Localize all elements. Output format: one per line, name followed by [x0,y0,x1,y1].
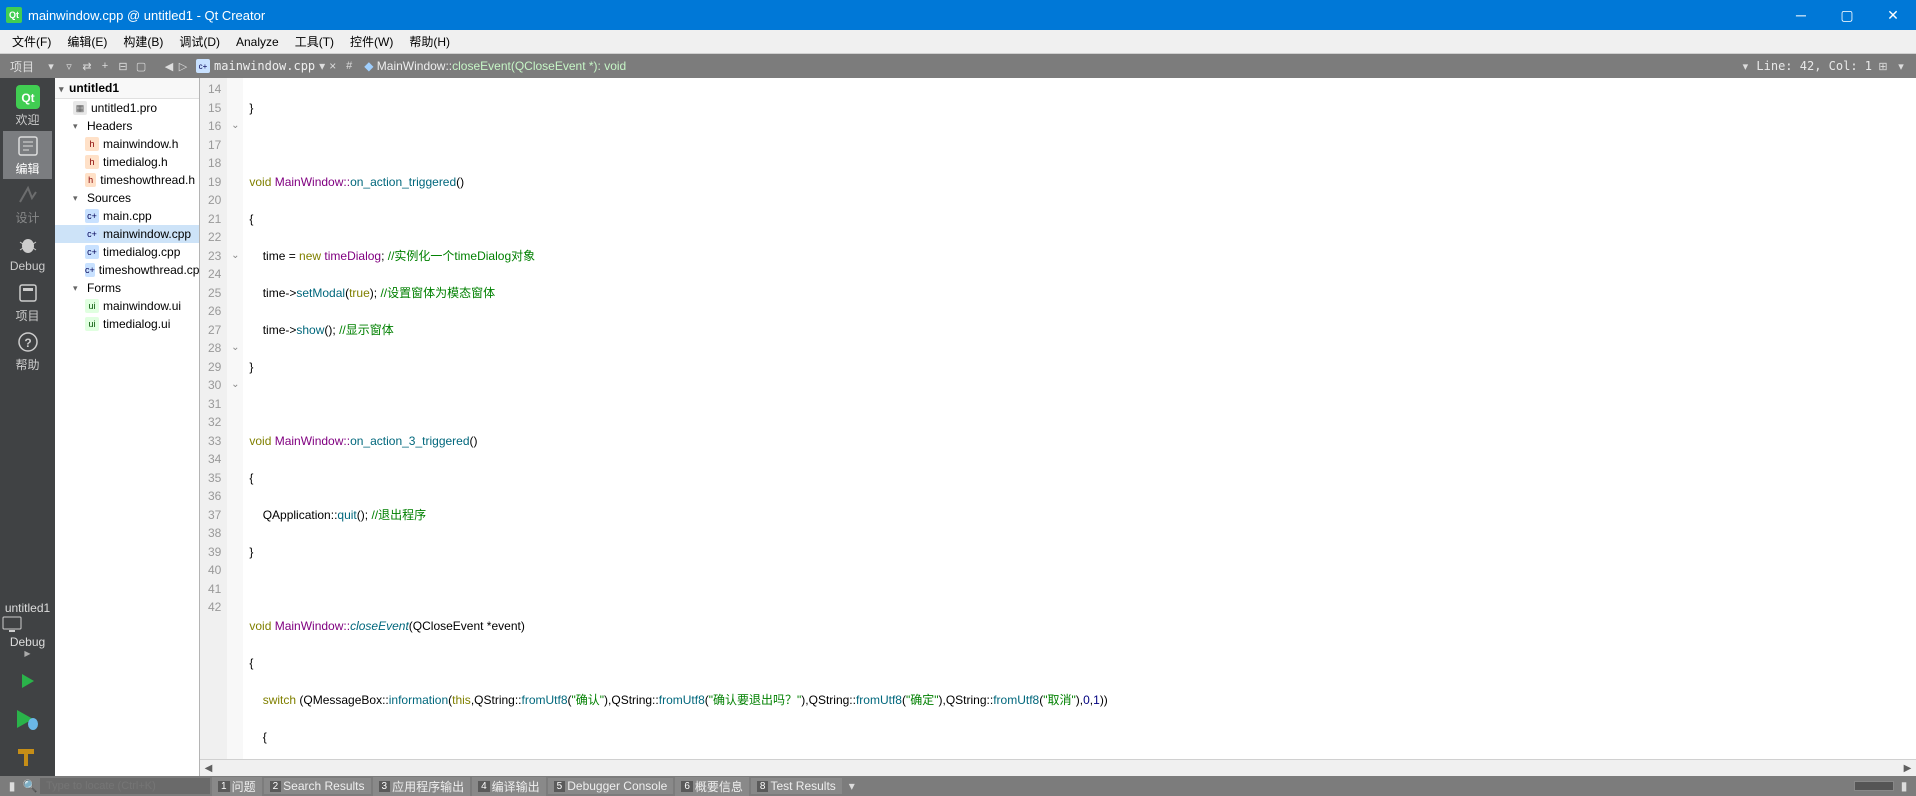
maximize-button[interactable]: ▢ [1824,0,1870,30]
tree-file[interactable]: htimeshowthread.h [55,171,199,189]
window-title: mainwindow.cpp @ untitled1 - Qt Creator [28,8,1778,23]
svg-text:Qt: Qt [21,91,34,105]
menu-widgets[interactable]: 控件(W) [342,30,401,53]
bookmark-icon[interactable]: # [342,59,356,73]
link-icon[interactable]: ⇄ [80,59,94,73]
tree-file-current[interactable]: c+mainwindow.cpp [55,225,199,243]
close-pane-icon[interactable]: ▢ [134,59,148,73]
editor-menu-icon[interactable]: ▾ [1894,59,1908,73]
menu-file[interactable]: 文件(F) [4,30,59,53]
output-tab-issues[interactable]: 1问题 [212,777,262,796]
fold-column[interactable]: ⌄⌄⌄⌄ [227,78,243,759]
add-icon[interactable]: + [98,59,112,73]
mode-edit[interactable]: 编辑 [3,131,52,179]
output-tab-general[interactable]: 6概要信息 [675,777,749,796]
menu-analyze[interactable]: Analyze [228,32,287,52]
menu-tools[interactable]: 工具(T) [287,30,342,53]
tree-file[interactable]: c+main.cpp [55,207,199,225]
output-tab-appoutput[interactable]: 3应用程序输出 [373,777,471,796]
projects-icon [16,281,40,305]
open-file-name: mainwindow.cpp [214,59,315,73]
output-tab-search[interactable]: 2Search Results [264,778,371,794]
tree-file[interactable]: c+timedialog.cpp [55,243,199,261]
project-tree[interactable]: ▾untitled1 ▦untitled1.pro ▾Headers hmain… [55,78,200,776]
crumb-dropdown-icon[interactable]: ▾ [1738,59,1752,73]
design-icon [16,183,40,207]
svg-text:?: ? [24,336,31,350]
title-bar: Qt mainwindow.cpp @ untitled1 - Qt Creat… [0,0,1916,30]
output-tab-debugger[interactable]: 5Debugger Console [548,778,674,794]
debug-run-button[interactable] [13,704,43,734]
tree-file[interactable]: htimedialog.h [55,153,199,171]
split-horizontal-icon[interactable]: ⊞ [1876,59,1890,73]
code-editor[interactable]: 1415161718192021222324252627282930313233… [200,78,1916,759]
file-close-icon[interactable]: × [329,59,336,73]
forms-folder[interactable]: ▾Forms [55,279,199,297]
help-icon: ? [16,330,40,354]
tree-file[interactable]: hmainwindow.h [55,135,199,153]
headers-folder[interactable]: ▾Headers [55,117,199,135]
editor-toolbar: 项目 ▾ ▿ ⇄ + ⊟ ▢ ◀ ▷ c+ mainwindow.cpp ▾ ×… [0,54,1916,78]
scroll-left-icon[interactable]: ◀ [200,760,217,776]
menu-debug[interactable]: 调试(D) [171,30,228,53]
status-bar: ▮ 🔍 1问题 2Search Results 3应用程序输出 4编译输出 5D… [0,776,1916,796]
menu-help[interactable]: 帮助(H) [401,30,458,53]
line-col-indicator[interactable]: Line: 42, Col: 1 [1756,59,1872,73]
edit-icon [16,134,40,158]
project-root[interactable]: ▾untitled1 [55,78,199,99]
run-button[interactable] [13,666,43,696]
nav-back-icon[interactable]: ◀ [162,59,176,73]
tree-file[interactable]: uimainwindow.ui [55,297,199,315]
bug-icon [16,233,40,257]
minimize-button[interactable]: ─ [1778,0,1824,30]
filter-icon[interactable]: ▿ [62,59,76,73]
sources-folder[interactable]: ▾Sources [55,189,199,207]
qt-logo-icon: Qt [6,7,22,23]
chevron-icon[interactable]: ▾ [844,778,860,794]
file-dropdown-icon[interactable]: ▾ [319,59,325,73]
pro-file[interactable]: ▦untitled1.pro [55,99,199,117]
nav-fwd-icon[interactable]: ▷ [176,59,190,73]
menu-edit[interactable]: 编辑(E) [59,30,115,53]
tree-file[interactable]: c+timeshowthread.cpp [55,261,199,279]
toggle-right-sidebar-icon[interactable]: ▮ [1896,778,1912,794]
mode-help[interactable]: ? 帮助 [3,327,52,375]
horizontal-scrollbar[interactable]: ◀ ▶ [200,759,1916,776]
monitor-icon [0,615,24,635]
mode-welcome[interactable]: Qt 欢迎 [3,82,52,130]
dropdown-icon[interactable]: ▾ [44,59,58,73]
mode-debug[interactable]: Debug [3,229,52,277]
search-icon[interactable]: 🔍 [22,778,38,794]
mode-design[interactable]: 设计 [3,180,52,228]
mode-projects[interactable]: 项目 [3,278,52,326]
cpp-file-icon: c+ [196,59,210,73]
open-file-tab[interactable]: c+ mainwindow.cpp ▾ × [190,54,342,78]
code-content[interactable]: } void MainWindow::on_action_triggered()… [243,78,1916,759]
mode-bar: Qt 欢迎 编辑 设计 Debug 项目 ? 帮助 untitled1 Debu… [0,78,55,776]
build-button[interactable] [13,742,43,772]
tree-file[interactable]: uitimedialog.ui [55,315,199,333]
line-number-gutter: 1415161718192021222324252627282930313233… [200,78,227,759]
output-tab-compile[interactable]: 4编译输出 [472,777,546,796]
scroll-right-icon[interactable]: ▶ [1899,760,1916,776]
menu-build[interactable]: 构建(B) [115,30,171,53]
menu-bar: 文件(F) 编辑(E) 构建(B) 调试(D) Analyze 工具(T) 控件… [0,30,1916,54]
qt-welcome-icon: Qt [16,85,40,109]
toggle-left-sidebar-icon[interactable]: ▮ [4,778,20,794]
split-icon[interactable]: ⊟ [116,59,130,73]
locator-input[interactable] [40,778,210,794]
symbol-crumb[interactable]: ◆ MainWindow::closeEvent(QCloseEvent *):… [356,59,1738,73]
progress-bar [1854,781,1894,791]
output-tab-tests[interactable]: 8Test Results [751,778,842,794]
crumb-method-icon: ◆ [364,59,377,73]
project-selector-label[interactable]: 项目 [4,58,40,75]
target-selector[interactable]: untitled1 Debug ▶ [0,597,55,662]
close-button[interactable]: ✕ [1870,0,1916,30]
